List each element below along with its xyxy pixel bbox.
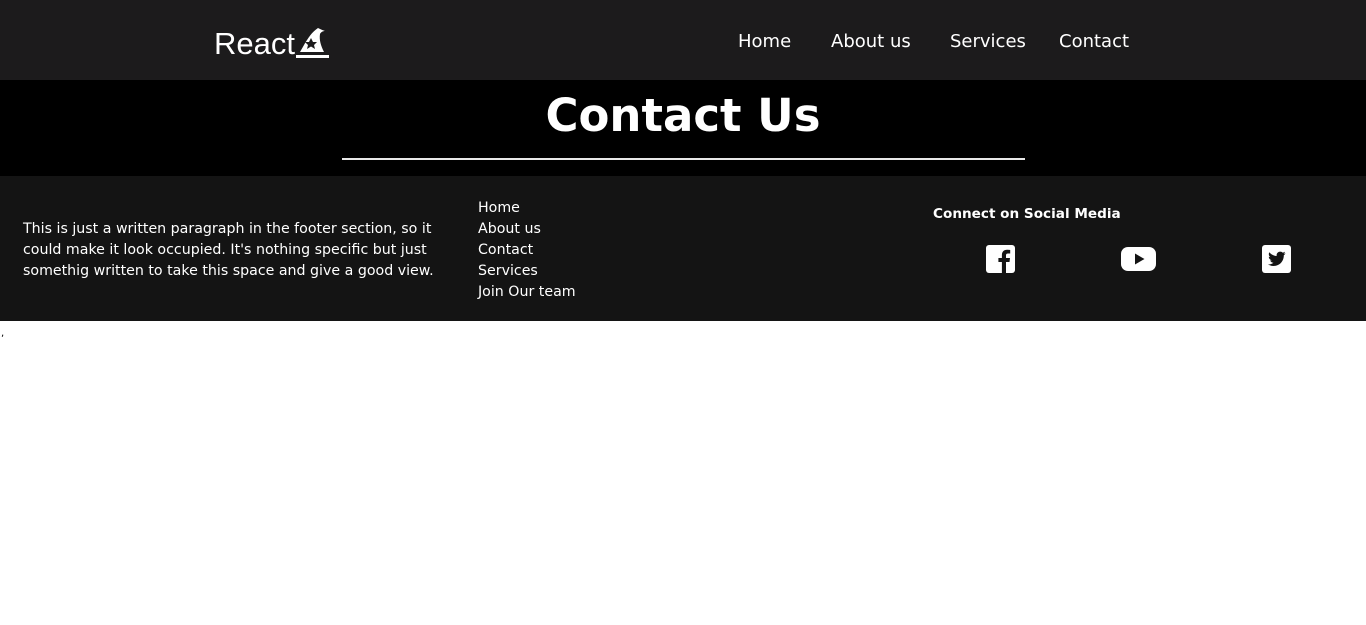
footer-link-services[interactable]: Services (478, 263, 538, 279)
footer-link-join-our-team[interactable]: Join Our team (478, 284, 576, 300)
footer-link-item: About us (478, 218, 576, 239)
page-header-banner: Contact Us (0, 80, 1366, 176)
social-media-heading: Connect on Social Media (933, 206, 1121, 222)
footer-link-item: Services (478, 260, 576, 281)
nav-link-home[interactable]: Home (738, 28, 791, 56)
facebook-icon[interactable] (986, 245, 1015, 273)
footer-link-contact[interactable]: Contact (478, 242, 533, 258)
page-title: Contact Us (545, 89, 821, 142)
footer-link-about-us[interactable]: About us (478, 221, 541, 237)
footer-links-list: Home About us Contact Services Join Our … (478, 197, 576, 302)
site-footer: This is just a written paragraph in the … (0, 176, 1366, 321)
twitter-icon[interactable] (1262, 245, 1291, 273)
footer-link-item: Home (478, 197, 576, 218)
footer-link-home[interactable]: Home (478, 200, 520, 216)
footer-link-item: Join Our team (478, 281, 576, 302)
nav-link-contact[interactable]: Contact (1059, 28, 1129, 56)
nav-link-about-us[interactable]: About us (831, 28, 911, 56)
top-navbar: React Home About us Services Contact (0, 0, 1366, 80)
footer-paragraph: This is just a written paragraph in the … (23, 221, 434, 279)
youtube-icon[interactable] (1121, 247, 1156, 271)
main-nav: Home About us Services Contact (0, 28, 1366, 56)
nav-link-services[interactable]: Services (950, 28, 1026, 56)
footer-link-item: Contact (478, 239, 576, 260)
stray-comma-text: , (1, 328, 5, 339)
title-underline-divider (342, 158, 1025, 160)
